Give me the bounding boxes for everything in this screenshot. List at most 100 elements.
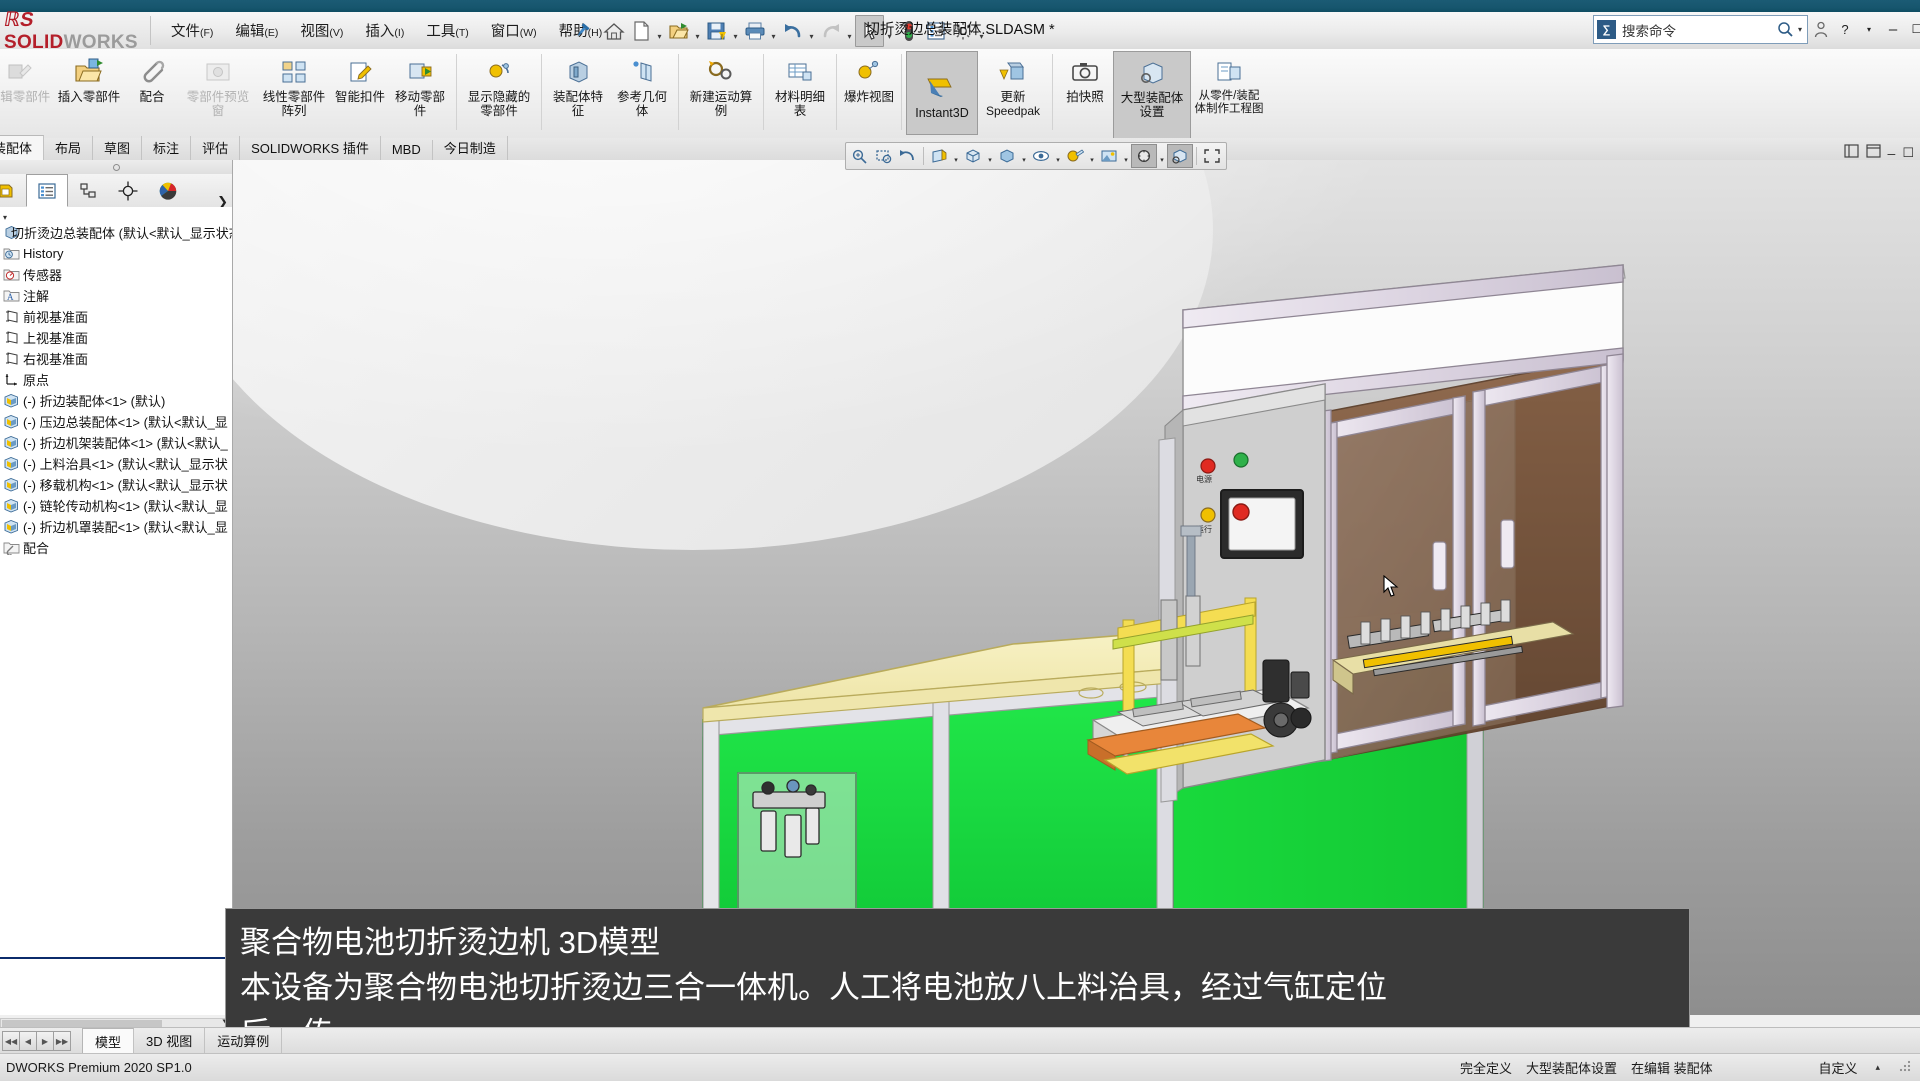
tree-item-origin[interactable]: 原点 [0,369,232,390]
menu-tools[interactable]: 工具(T) [415,16,479,45]
search-caret-icon[interactable]: ▾ [1798,25,1807,34]
section-view-icon[interactable] [927,145,951,167]
large-assembly-mode-icon[interactable] [1167,144,1193,168]
ribbon-large-assembly-settings[interactable]: 大型装配体设置 [1113,51,1191,138]
gear-caret-icon[interactable]: ▾ [976,11,987,50]
restore-pane-icon[interactable]: – [1888,145,1896,161]
view-settings-caret-icon[interactable]: ▾ [1157,142,1167,170]
tab-layout[interactable]: 布局 [44,136,94,160]
status-large-assembly-settings[interactable]: 大型装配体设置 [1526,1058,1617,1077]
close-pane-icon[interactable]: ☐ [1902,145,1914,161]
tab-evaluate[interactable]: 评估 [191,136,241,160]
bottom-tab-model[interactable]: 模型 [82,1027,135,1055]
ribbon-edit-component[interactable]: 编辑零部件 [0,51,54,137]
feature-tree-tab[interactable] [0,175,26,206]
new-document-caret-icon[interactable]: ▾ [654,11,665,50]
view-orientation-icon[interactable] [961,145,985,167]
save-icon[interactable]: ! [703,16,730,46]
apply-scene-caret-icon[interactable]: ▾ [1121,142,1131,170]
full-screen-icon[interactable] [1200,145,1224,167]
display-manager-tab[interactable] [148,175,188,206]
ribbon-insert-component[interactable]: 插入零部件 [54,51,124,137]
select-arrow-icon[interactable] [855,14,884,47]
menu-edit[interactable]: 编辑(E) [224,16,289,45]
tree-item-sensors[interactable]: 传感器 [0,264,232,285]
next-tab-button[interactable]: ▶ [36,1031,54,1051]
ribbon-assembly-feature[interactable]: 装配体特征 [546,51,610,137]
open-document-caret-icon[interactable]: ▾ [692,11,703,50]
list-item[interactable]: (-) 压边总装配体<1> (默认<默认_显 [0,411,232,432]
help-caret-icon[interactable]: ▾ [1858,16,1880,42]
hide-show-items-icon[interactable] [1029,145,1053,167]
hide-show-items-caret-icon[interactable]: ▾ [1053,142,1063,170]
ribbon-move-component[interactable]: 移动零部件 [388,51,452,137]
property-manager-tab[interactable] [26,174,68,207]
restore-panes-icon[interactable] [1843,144,1859,161]
status-customize[interactable]: 自定义 [1818,1058,1857,1077]
search-input[interactable]: 搜索命令 [1616,20,1774,40]
save-caret-icon[interactable]: ▾ [730,11,741,50]
tree-root-item[interactable]: 切折烫边总装配体 (默认<默认_显示状态- [0,222,232,243]
dimxpert-manager-tab[interactable] [108,175,148,206]
select-caret-icon[interactable]: ▾ [884,11,895,50]
ribbon-update-speedpak[interactable]: 更新 Speedpak [978,51,1048,137]
model-3d-view[interactable]: 电源 运行 [233,160,1920,1015]
pushpin-icon[interactable] [573,22,591,40]
list-item[interactable]: (-) 折边机架装配体<1> (默认<默认_ [0,432,232,453]
ribbon-show-hidden-components[interactable]: 显示隐藏的零部件 [461,51,537,137]
ribbon-new-motion-study[interactable]: 新建运动算例 [683,51,759,137]
options-list-icon[interactable] [922,16,949,46]
menu-insert[interactable]: 插入(I) [354,16,415,45]
rebuild-traffic-light-icon[interactable] [895,16,922,46]
tab-mbd[interactable]: MBD [381,140,433,160]
filter-caret-icon[interactable]: ▾ [0,213,7,222]
ribbon-reference-geometry[interactable]: 参考几何体 [610,51,674,137]
search-command-box[interactable]: ∑ 搜索命令 ▾ [1593,15,1808,44]
tab-sketch[interactable]: 草图 [93,136,143,160]
tree-item-annotations[interactable]: A 注解 [0,285,232,306]
list-item[interactable]: (-) 折边装配体<1> (默认) [0,390,232,411]
ribbon-component-preview[interactable]: 零部件预览窗 [180,51,256,137]
tree-item-right-plane[interactable]: 右视基准面 [0,348,232,369]
list-item[interactable]: (-) 移载机构<1> (默认<默认_显示状 [0,474,232,495]
view-orientation-caret-icon[interactable]: ▾ [985,142,995,170]
tab-assembly[interactable]: 装配体 [0,135,45,160]
tree-item-mates[interactable]: 配合 [0,537,232,558]
user-account-icon[interactable] [1810,16,1832,42]
status-caret-icon[interactable]: ▴ [1875,1062,1880,1073]
list-item[interactable]: (-) 折边机罩装配<1> (默认<默认_显 [0,516,232,537]
undo-icon[interactable] [779,16,806,46]
ribbon-mate[interactable]: 配合 [124,51,180,137]
first-tab-button[interactable]: ◀◀ [2,1031,20,1051]
ribbon-linear-component-pattern[interactable]: 线性零部件阵列 [256,51,332,137]
ribbon-take-snapshot[interactable]: 拍快照 [1057,51,1113,137]
magnifier-icon[interactable] [1774,21,1798,38]
ribbon-exploded-view[interactable]: 爆炸视图 [841,51,897,137]
view-heads-up-toolbar[interactable]: ▾ ▾ ▾ ▾ ▾ ▾ ▾ [845,142,1227,170]
tree-item-history[interactable]: History [0,243,232,264]
tree-item-front-plane[interactable]: 前视基准面 [0,306,232,327]
edit-appearance-icon[interactable] [1063,145,1087,167]
open-document-icon[interactable] [665,16,692,46]
tab-manufacturing-today[interactable]: 今日制造 [433,136,508,160]
previous-tab-button[interactable]: ◀ [19,1031,37,1051]
panel-splitter-handle[interactable] [0,160,232,175]
menu-window[interactable]: 窗口(W) [480,16,548,45]
print-icon[interactable] [741,16,768,46]
view-settings-icon[interactable] [1131,144,1157,168]
edit-appearance-caret-icon[interactable]: ▾ [1087,142,1097,170]
print-caret-icon[interactable]: ▾ [768,11,779,50]
help-icon[interactable]: ? [1834,16,1856,42]
graphics-viewport[interactable]: 电源 运行 [233,160,1920,1015]
redo-caret-icon[interactable]: ▾ [844,11,855,50]
apply-scene-icon[interactable] [1097,145,1121,167]
undo-caret-icon[interactable]: ▾ [806,11,817,50]
tree-item-top-plane[interactable]: 上视基准面 [0,327,232,348]
gear-settings-icon[interactable] [949,16,976,46]
restore-button[interactable]: ☐ [1906,16,1920,42]
previous-view-icon[interactable] [896,145,920,167]
bottom-tab-3d-views[interactable]: 3D 视图 [134,1028,206,1054]
new-document-icon[interactable] [627,16,654,46]
minimize-pane-icon[interactable] [1865,144,1881,161]
zoom-to-fit-icon[interactable] [848,145,872,167]
